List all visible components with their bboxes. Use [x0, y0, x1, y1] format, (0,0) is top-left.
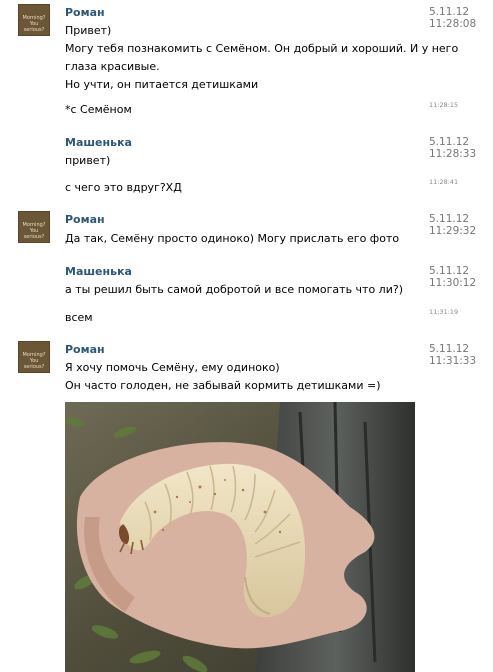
time: 11:30:12 [429, 277, 477, 289]
date: 5.11.12 [429, 343, 470, 355]
avatar[interactable]: Morning? You serious? [18, 341, 50, 373]
message-text: Да так, Семёну просто одиноко) Могу прис… [65, 230, 415, 248]
attached-photo[interactable] [65, 402, 415, 672]
message-text: с чего это вдруг?ХД [65, 181, 182, 194]
time: 11:31:19 [429, 308, 459, 316]
time: 11:28:08 [429, 18, 477, 30]
message-line: а ты решил быть самой добротой и все пом… [65, 283, 403, 296]
message-text: а ты решил быть самой добротой и все пом… [65, 281, 415, 299]
author-name[interactable]: Машенька [65, 265, 132, 278]
avatar[interactable]: Morning? You serious? [18, 211, 50, 243]
author-name[interactable]: Машенька [65, 136, 132, 149]
time: 11:28:15 [429, 101, 459, 109]
message-line: глаза красивые. [65, 60, 160, 73]
message-date: 5.11.12 11:30:12 [429, 265, 476, 289]
message-line: привет) [65, 154, 111, 167]
author-name[interactable]: Роман [65, 6, 105, 19]
avatar-caption: Morning? You serious? [22, 15, 46, 33]
message-line: Но учти, он питается детишками [65, 78, 259, 91]
message-text: Привет) Могу тебя познакомить с Семёном.… [65, 22, 459, 94]
message-text: *с Семёном [65, 103, 132, 116]
avatar[interactable]: Morning? You serious? [18, 4, 50, 36]
message-text: привет) [65, 152, 415, 170]
message-date: 5.11.12 11:29:32 [429, 213, 476, 237]
time: 11:29:32 [429, 225, 477, 237]
message-text: Я хочу помочь Семёну, ему одиноко) Он ча… [65, 359, 415, 395]
message-line: Привет) [65, 24, 112, 37]
date: 5.11.12 [429, 213, 470, 225]
message-date: 5.11.12 11:28:33 [429, 136, 476, 160]
message-line: Он часто голоден, не забывай кормить дет… [65, 379, 381, 392]
author-name[interactable]: Роман [65, 213, 105, 226]
chat-history: Morning? You serious? Роман 5.11.12 11:2… [0, 0, 493, 672]
date: 5.11.12 [429, 136, 470, 148]
message-date: 5.11.12 11:28:08 [429, 6, 476, 30]
author-name[interactable]: Роман [65, 343, 105, 356]
message-line: Я хочу помочь Семёну, ему одиноко) [65, 361, 280, 374]
message-date: 5.11.12 11:31:33 [429, 343, 476, 367]
message-text: всем [65, 311, 93, 324]
time: 11:28:33 [429, 148, 477, 160]
grub-photo-image [65, 402, 415, 672]
date: 5.11.12 [429, 6, 470, 18]
time: 11:31:33 [429, 355, 477, 367]
date: 5.11.12 [429, 265, 470, 277]
message-line: Да так, Семёну просто одиноко) Могу прис… [65, 232, 400, 245]
avatar-caption: Morning? You serious? [22, 352, 46, 370]
time: 11:28:41 [429, 178, 459, 186]
message-line: Могу тебя познакомить с Семёном. Он добр… [65, 42, 459, 55]
avatar-caption: Morning? You serious? [22, 222, 46, 240]
